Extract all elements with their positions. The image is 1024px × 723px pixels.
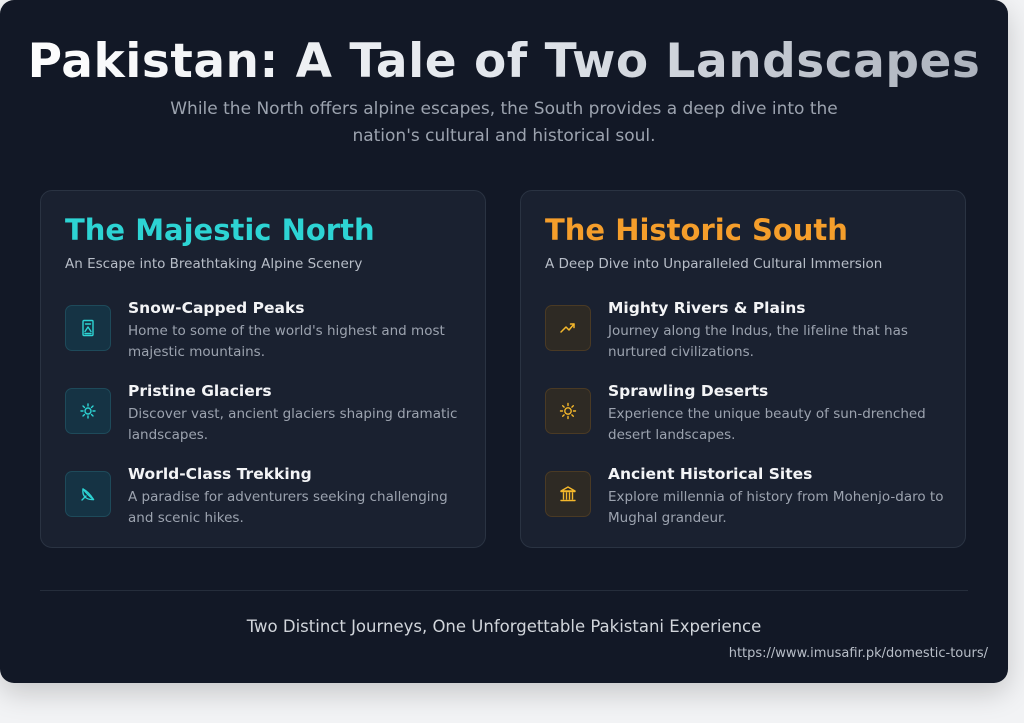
feature-mighty-rivers: Mighty Rivers & Plains Journey along the… (545, 299, 945, 369)
trending-up-icon (545, 305, 591, 351)
sun-icon (545, 388, 591, 434)
feature-description: Experience the unique beauty of sun-dren… (608, 406, 926, 443)
feature-description: Home to some of the world's highest and … (128, 323, 445, 360)
south-subtitle: A Deep Dive into Unparalleled Cultural I… (545, 256, 883, 272)
north-card: The Majestic North An Escape into Breath… (40, 190, 486, 548)
south-card: The Historic South A Deep Dive into Unpa… (520, 190, 966, 548)
feature-title: Ancient Historical Sites (608, 465, 813, 483)
feature-snow-capped-peaks: Snow-Capped Peaks Home to some of the wo… (65, 299, 465, 369)
feature-title: Mighty Rivers & Plains (608, 299, 806, 317)
infographic-card: Pakistan: A Tale of Two Landscapes While… (0, 0, 1008, 683)
feature-pristine-glaciers: Pristine Glaciers Discover vast, ancient… (65, 382, 465, 452)
landmark-icon (545, 471, 591, 517)
footer-tagline: Two Distinct Journeys, One Unforgettable… (246, 617, 762, 636)
feature-ancient-historical-sites: Ancient Historical Sites Explore millenn… (545, 465, 945, 535)
feature-world-class-trekking: World-Class Trekking A paradise for adve… (65, 465, 465, 535)
feature-description: A paradise for adventurers seeking chall… (128, 489, 448, 526)
feature-title: Snow-Capped Peaks (128, 299, 305, 317)
snowflake-icon (65, 388, 111, 434)
north-title: The Majestic North (65, 213, 375, 247)
feature-description: Discover vast, ancient glaciers shaping … (128, 406, 458, 443)
feature-description: Explore millennia of history from Mohenj… (608, 489, 944, 526)
feature-title: World-Class Trekking (128, 465, 312, 483)
page-title: Pakistan: A Tale of Two Landscapes (0, 34, 1008, 89)
feature-description: Journey along the Indus, the lifeline th… (608, 323, 908, 360)
page-subtitle: While the North offers alpine escapes, t… (170, 99, 838, 146)
mountain-icon (65, 305, 111, 351)
feature-title: Pristine Glaciers (128, 382, 272, 400)
footer-url: https://www.imusafir.pk/domestic-tours/ (728, 646, 988, 661)
footer-divider (40, 590, 968, 591)
feature-title: Sprawling Deserts (608, 382, 769, 400)
leaf-icon (65, 471, 111, 517)
feature-sprawling-deserts: Sprawling Deserts Experience the unique … (545, 382, 945, 452)
south-title: The Historic South (545, 213, 848, 247)
north-subtitle: An Escape into Breathtaking Alpine Scene… (65, 256, 363, 272)
